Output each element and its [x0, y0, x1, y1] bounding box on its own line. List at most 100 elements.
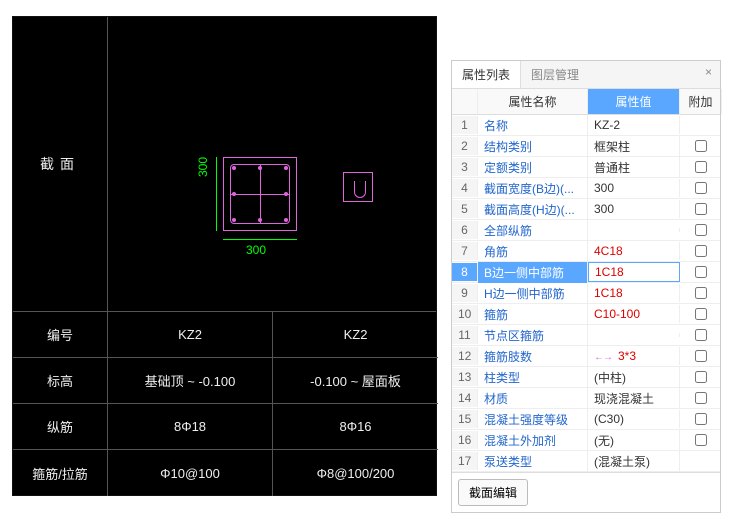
property-panel: 属性列表 图层管理 × 属性名称 属性值 附加 1名称KZ-22结构类别框架柱3… [451, 60, 721, 513]
tab-layers[interactable]: 图层管理 [521, 61, 589, 88]
cad-row-value: -0.100 ~ 屋面板 [273, 358, 438, 404]
prop-header: 属性名称 属性值 附加 [452, 89, 720, 115]
cad-row-label: 纵筋 [13, 404, 108, 450]
prop-row-value[interactable] [588, 228, 680, 232]
prop-row-value[interactable]: ←→3*3 [588, 347, 680, 365]
prop-row-value[interactable]: 框架柱 [588, 136, 680, 157]
prop-row[interactable]: 15混凝土强度等级(C30) [452, 409, 720, 430]
prop-row[interactable]: 14材质现浇混凝土 [452, 388, 720, 409]
prop-row-value[interactable] [588, 333, 680, 337]
extra-checkbox[interactable] [695, 140, 707, 152]
extra-checkbox[interactable] [695, 203, 707, 215]
extra-checkbox[interactable] [695, 371, 707, 383]
prop-row-name: 名称 [478, 115, 588, 136]
prop-row-index: 15 [452, 410, 478, 428]
prop-row-index: 3 [452, 158, 478, 176]
tab-bar: 属性列表 图层管理 × [452, 61, 720, 89]
prop-row-extra [680, 369, 720, 385]
prop-row[interactable]: 3定额类别普通柱 [452, 157, 720, 178]
drawing-canvas[interactable]: 300 300 [108, 17, 436, 311]
prop-row-value[interactable]: 4C18 [588, 242, 680, 260]
hdr-index [452, 89, 478, 114]
hdr-name: 属性名称 [478, 89, 588, 114]
prop-row[interactable]: 9H边一侧中部筋1C18 [452, 283, 720, 304]
extra-checkbox[interactable] [695, 392, 707, 404]
prop-row-extra [680, 222, 720, 238]
dim-line-vertical [216, 157, 217, 231]
prop-row-value[interactable]: 300 [588, 179, 680, 197]
prop-row-index: 4 [452, 179, 478, 197]
extra-checkbox[interactable] [695, 266, 707, 278]
close-icon[interactable]: × [697, 61, 720, 88]
prop-row-value[interactable]: (混凝土泵) [588, 451, 680, 472]
extra-checkbox[interactable] [695, 245, 707, 257]
prop-row-value[interactable]: 300 [588, 200, 680, 218]
extra-checkbox[interactable] [695, 350, 707, 362]
prop-row-value[interactable]: KZ-2 [588, 116, 680, 134]
prop-row-value[interactable]: 1C18 [588, 284, 680, 302]
rebar-icon [284, 192, 288, 196]
dim-value-horizontal: 300 [246, 243, 266, 257]
prop-row-extra [680, 264, 720, 280]
edit-section-button[interactable]: 截面编辑 [458, 479, 528, 506]
prop-row[interactable]: 8B边一侧中部筋1C18 [452, 262, 720, 283]
prop-row-value[interactable]: 普通柱 [588, 157, 680, 178]
prop-row-value[interactable]: (C30) [588, 410, 680, 428]
prop-row-extra [680, 390, 720, 406]
cad-drawing-area: 截面 300 300 [13, 17, 436, 312]
arrow-icon: ←→ [594, 352, 612, 363]
section-row-label: 截面 [13, 17, 108, 311]
prop-row[interactable]: 13柱类型(中柱) [452, 367, 720, 388]
rebar-icon [232, 166, 236, 170]
extra-checkbox[interactable] [695, 287, 707, 299]
rebar-icon [232, 218, 236, 222]
prop-row[interactable]: 7角筋4C18 [452, 241, 720, 262]
prop-row[interactable]: 2结构类别框架柱 [452, 136, 720, 157]
column-section[interactable] [223, 157, 297, 231]
cad-panel: 截面 300 300 编号KZ2KZ2标高基础顶 ~ -0.100-0.100 [12, 16, 437, 496]
prop-row-name: B边一侧中部筋 [478, 262, 588, 283]
prop-row[interactable]: 1名称KZ-2 [452, 115, 720, 136]
prop-row[interactable]: 5截面高度(H边)(...300 [452, 199, 720, 220]
prop-row-name: 结构类别 [478, 136, 588, 157]
hdr-value[interactable]: 属性值 [588, 89, 680, 114]
prop-row-name: 混凝土强度等级 [478, 409, 588, 430]
prop-row-index: 8 [452, 263, 478, 281]
prop-row-value[interactable]: 现浇混凝土 [588, 388, 680, 409]
prop-row[interactable]: 10箍筋C10-100 [452, 304, 720, 325]
prop-row-value[interactable]: C10-100 [588, 305, 680, 323]
extra-checkbox[interactable] [695, 413, 707, 425]
prop-row-value[interactable]: (中柱) [588, 367, 680, 388]
prop-row-index: 6 [452, 221, 478, 239]
extra-checkbox[interactable] [695, 308, 707, 320]
extra-checkbox[interactable] [695, 329, 707, 341]
prop-row-index: 2 [452, 137, 478, 155]
cad-row-label: 标高 [13, 358, 108, 404]
prop-row[interactable]: 17泵送类型(混凝土泵) [452, 451, 720, 472]
prop-row-name: 箍筋 [478, 304, 588, 325]
prop-row-value[interactable]: 1C18 [588, 262, 680, 282]
prop-row[interactable]: 16混凝土外加剂(无) [452, 430, 720, 451]
cad-legend-table: 编号KZ2KZ2标高基础顶 ~ -0.100-0.100 ~ 屋面板纵筋8Φ18… [13, 312, 436, 496]
extra-checkbox[interactable] [695, 161, 707, 173]
extra-checkbox[interactable] [695, 434, 707, 446]
prop-row[interactable]: 11节点区箍筋 [452, 325, 720, 346]
extra-checkbox[interactable] [695, 224, 707, 236]
prop-row-index: 1 [452, 116, 478, 134]
extra-checkbox[interactable] [695, 182, 707, 194]
section-symbol-icon[interactable] [343, 172, 373, 202]
rebar-icon [284, 218, 288, 222]
prop-rows: 1名称KZ-22结构类别框架柱3定额类别普通柱4截面宽度(B边)(...3005… [452, 115, 720, 472]
tab-properties[interactable]: 属性列表 [452, 61, 521, 88]
prop-row-index: 16 [452, 431, 478, 449]
cad-row-label: 箍筋/拉筋 [13, 450, 108, 496]
prop-row-value[interactable]: (无) [588, 430, 680, 451]
rebar-icon [258, 218, 262, 222]
prop-row[interactable]: 6全部纵筋 [452, 220, 720, 241]
prop-row-index: 12 [452, 347, 478, 365]
prop-row-name: 泵送类型 [478, 451, 588, 472]
prop-row[interactable]: 12箍筋肢数←→3*3 [452, 346, 720, 367]
prop-row-name: 角筋 [478, 241, 588, 262]
rebar-icon [232, 192, 236, 196]
prop-row[interactable]: 4截面宽度(B边)(...300 [452, 178, 720, 199]
